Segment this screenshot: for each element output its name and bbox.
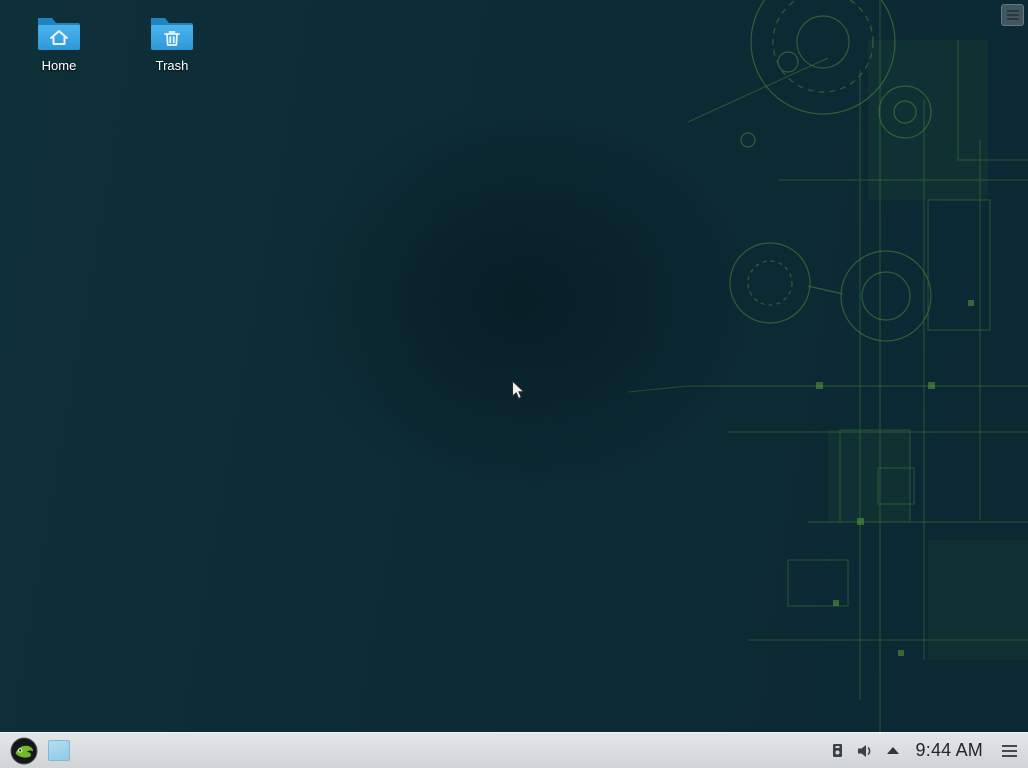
panel-menu-button[interactable] [1000, 741, 1019, 761]
application-launcher-button[interactable] [9, 736, 39, 766]
clock[interactable]: 9:44 AM [912, 740, 987, 761]
trash-icon [151, 18, 193, 50]
hamburger-menu-icon [1002, 744, 1017, 747]
desktop-background[interactable]: Home Trash [0, 0, 1028, 732]
tray-expand-button[interactable] [886, 747, 899, 754]
desktop-icon-home[interactable]: Home [11, 12, 107, 73]
caret-up-icon [886, 747, 899, 754]
opensuse-logo [10, 737, 38, 764]
device-notifier-icon[interactable] [831, 743, 844, 758]
desktop-pager[interactable] [48, 740, 70, 761]
desktop-icon-label: Home [41, 58, 77, 73]
desktop-icon-trash[interactable]: Trash [124, 12, 220, 73]
desktop-toolbox-button[interactable] [1001, 4, 1024, 26]
wallpaper-pattern [628, 0, 1028, 732]
wallpaper-vignette [0, 0, 1028, 732]
system-tray: 9:44 AM [831, 740, 1019, 761]
hamburger-menu-icon [1006, 10, 1019, 20]
mouse-cursor [511, 380, 525, 400]
audio-volume-icon[interactable] [857, 744, 874, 758]
taskbar: 9:44 AM [0, 732, 1028, 768]
desktop-icon-label: Trash [155, 58, 189, 73]
folder-home-icon [38, 18, 80, 50]
